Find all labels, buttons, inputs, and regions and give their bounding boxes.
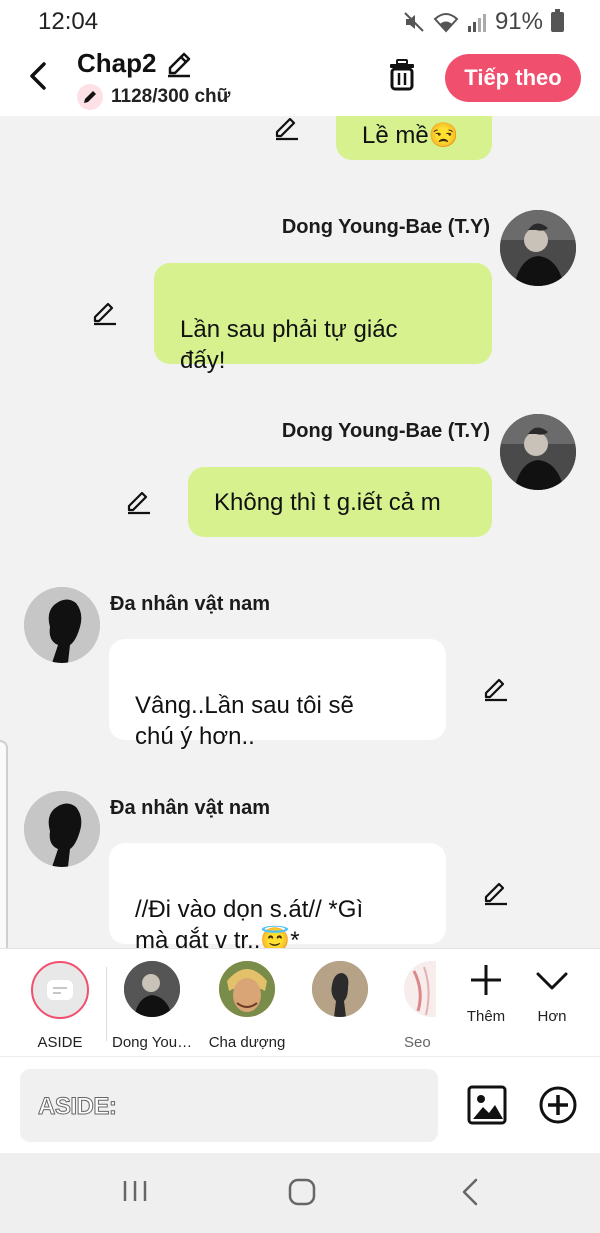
chevron-down-icon: [536, 972, 568, 990]
character-seo[interactable]: Seo: [404, 961, 436, 1051]
avatar: [219, 961, 275, 1017]
avatar[interactable]: [24, 791, 100, 867]
pencil-icon: [77, 84, 103, 110]
trash-icon[interactable]: [386, 58, 418, 92]
mute-icon: [404, 12, 424, 32]
title-row[interactable]: Chap2: [77, 48, 194, 79]
message-text: Không thì t g.iết cả m: [214, 489, 441, 516]
edit-message-icon[interactable]: [482, 675, 510, 703]
battery-icon: [551, 9, 564, 32]
character-ty[interactable]: Dong You…: [112, 961, 192, 1051]
back-arrow-icon[interactable]: [24, 58, 56, 94]
add-label: Thêm: [466, 1008, 506, 1025]
character-aside[interactable]: ASIDE: [30, 961, 90, 1051]
edit-message-icon[interactable]: [273, 116, 301, 142]
plus-icon: [471, 965, 501, 995]
character-label: Seo: [404, 1034, 431, 1051]
character-name: Đa nhân vật nam: [110, 593, 271, 615]
wifi-icon: [433, 13, 459, 33]
avatar[interactable]: [500, 414, 576, 490]
status-time: 12:04: [38, 8, 99, 35]
signal-icon: [467, 14, 486, 32]
avatar: [404, 961, 436, 1017]
add-circle-icon[interactable]: [538, 1085, 578, 1125]
battery-percent: 91%: [494, 8, 543, 35]
character-label: ASIDE: [37, 1034, 83, 1051]
avatar[interactable]: [500, 210, 576, 286]
character-stepfather[interactable]: Cha dượng: [207, 961, 287, 1051]
back-nav-icon[interactable]: [458, 1177, 482, 1207]
character-label: Dong You…: [112, 1034, 193, 1051]
chat-area[interactable]: Lề mề😒 Dong Young-Bae (T.Y) Lần sau phải…: [0, 116, 600, 948]
chapter-title[interactable]: Chap2: [77, 48, 156, 79]
character-male-silhouette[interactable]: [300, 961, 380, 1034]
edit-message-icon[interactable]: [91, 299, 119, 327]
message-bubble[interactable]: Không thì t g.iết cả m: [188, 467, 492, 537]
message-text: Lần sau phải tự giác đấy!: [180, 316, 398, 374]
divider: [106, 967, 107, 1041]
character-bar: ASIDE Dong You… Cha dượng Seo Thêm Hơn: [0, 948, 600, 1056]
system-nav-bar: [0, 1153, 600, 1233]
message-bubble[interactable]: Lần sau phải tự giác đấy!: [154, 263, 492, 374]
more-label: Hơn: [537, 1008, 567, 1025]
edit-title-icon[interactable]: [164, 49, 194, 79]
more-button[interactable]: Hơn: [522, 963, 582, 1025]
avatar[interactable]: [24, 587, 100, 663]
status-icons: 91%: [403, 8, 564, 36]
edit-message-icon[interactable]: [125, 488, 153, 516]
message-input[interactable]: ASIDE:: [20, 1069, 438, 1142]
edit-message-icon[interactable]: [482, 879, 510, 907]
message-text: Lề mề😒: [362, 122, 459, 149]
next-button[interactable]: Tiếp theo: [445, 54, 581, 102]
status-bar: 12:04 91%: [0, 0, 600, 44]
message-bubble[interactable]: //Đi vào dọn s.át// *Gì mà gắt v tr..😇*: [109, 843, 446, 948]
add-character-button[interactable]: Thêm: [456, 963, 516, 1025]
message-bubble[interactable]: Vâng..Lần sau tôi sẽ chú ý hơn..: [109, 639, 446, 750]
avatar: [124, 961, 180, 1017]
character-name: Dong Young-Bae (T.Y): [281, 420, 490, 442]
editor-header: Chap2 1128/300 chữ Tiếp theo: [0, 44, 600, 116]
message-text: Vâng..Lần sau tôi sẽ chú ý hơn..: [135, 692, 354, 750]
aside-icon: [31, 961, 89, 1019]
word-count: 1128/300 chữ: [111, 86, 231, 107]
message-text: //Đi vào dọn s.át// *Gì mà gắt v tr..😇*: [135, 896, 364, 948]
word-count-row: 1128/300 chữ: [77, 84, 230, 110]
character-label: Cha dượng: [208, 1034, 286, 1051]
character-name: Dong Young-Bae (T.Y): [281, 216, 490, 238]
character-name: Đa nhân vật nam: [110, 797, 271, 819]
recent-apps-icon[interactable]: [121, 1177, 149, 1205]
home-icon[interactable]: [287, 1177, 317, 1207]
image-icon[interactable]: [467, 1085, 507, 1125]
message-bubble[interactable]: Lề mề😒: [336, 116, 492, 160]
side-panel-handle[interactable]: [0, 740, 8, 972]
input-bar: ASIDE:: [0, 1056, 600, 1153]
avatar: [312, 961, 368, 1017]
